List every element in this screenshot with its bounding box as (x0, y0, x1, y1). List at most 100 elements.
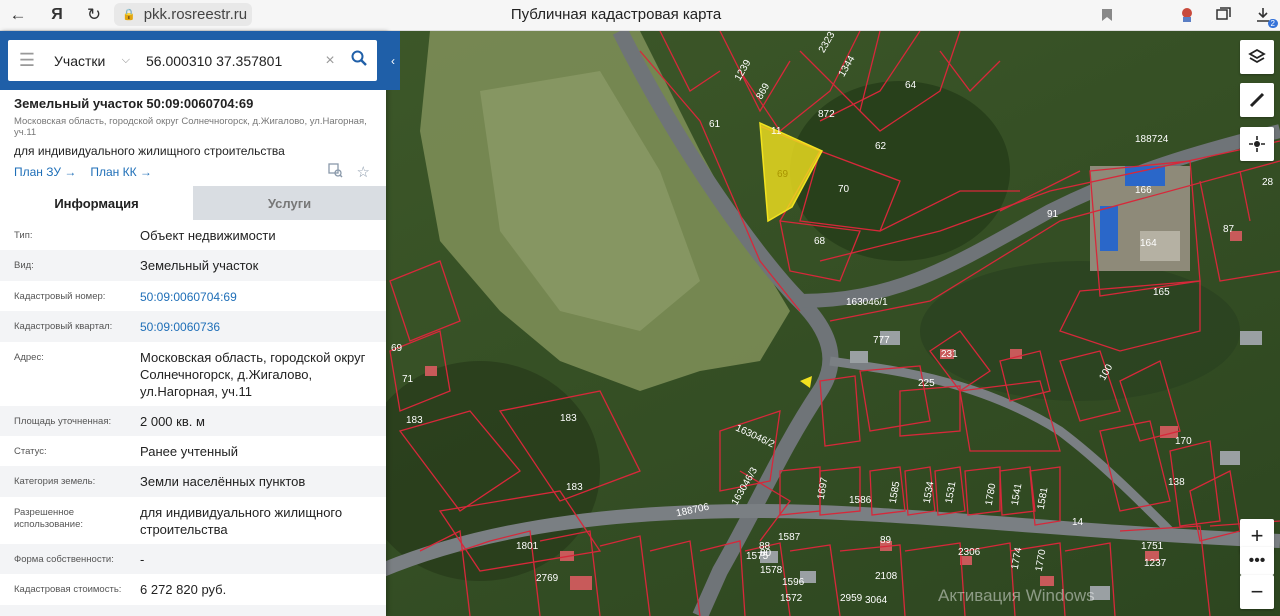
downloads-icon[interactable]: 2 (1252, 4, 1278, 28)
parcel-label: 183 (566, 482, 583, 493)
row-label: Адрес: (14, 352, 44, 363)
layers-button[interactable] (1240, 40, 1274, 74)
parcel-label: 1237 (1144, 558, 1167, 569)
parcel-label: 68 (814, 236, 826, 247)
parcel-label: 100 (1097, 362, 1116, 383)
crosshair-icon (1249, 136, 1265, 152)
parcel-label: 166 (1135, 185, 1152, 196)
parcel-label: 1770 (1033, 548, 1049, 573)
parcel-label: 1596 (782, 577, 805, 588)
parcel-label: 163046/2 (733, 422, 777, 451)
info-table: Тип: Объект недвижимости Вид: Земельный … (0, 220, 386, 616)
page-title: Публичная кадастровая карта (510, 6, 722, 23)
row-value: Ранее учтенный (140, 444, 238, 459)
zoom-to-object-icon[interactable] (327, 163, 343, 182)
plan-kk-link[interactable]: План КК → (90, 165, 152, 179)
parcel-label: 88 (759, 541, 771, 552)
row-value: Земли населённых пунктов (140, 474, 306, 489)
row-value: 2 000 кв. м (140, 414, 205, 429)
parcel-label: 64 (905, 80, 917, 91)
table-row: Кадастровый квартал: 50:09:0060736 (0, 311, 386, 342)
row-value: для индивидуального жилищного строительс… (140, 505, 343, 537)
ruler-icon (1249, 92, 1265, 108)
menu-icon[interactable]: ☰ (8, 50, 46, 71)
row-label: Категория земель: (14, 476, 96, 487)
search-row: ☰ Участки ⌵ 56.000310 37.357801 × (0, 31, 386, 90)
chevron-left-icon: ‹ (391, 53, 395, 68)
minus-icon: − (1250, 579, 1264, 604)
plus-icon: + (1250, 523, 1264, 548)
parcel-label: 1534 (921, 480, 937, 505)
parcel-label: 2306 (958, 547, 981, 558)
clear-icon[interactable]: × (319, 52, 341, 70)
parcel-label: 1801 (516, 541, 539, 552)
search-icon[interactable] (341, 50, 377, 71)
row-value: Земельный участок (140, 258, 259, 273)
measure-button[interactable] (1240, 83, 1274, 117)
search-input[interactable]: 56.000310 37.357801 (136, 53, 319, 69)
cadastral-quarter-link[interactable]: 50:09:0060736 (140, 311, 386, 342)
parcel-label: 91 (1047, 209, 1059, 220)
windows-activation-watermark: Активация Windows (938, 586, 1095, 605)
table-row: Адрес: Московская область, городской окр… (0, 342, 386, 406)
tab-information[interactable]: Информация (0, 186, 193, 220)
table-row: Вид: Земельный участок (0, 250, 386, 281)
browser-toolbar: ← Я ↻ 🔒 pkk.rosreestr.ru Публичная кадас… (0, 0, 1280, 31)
info-tabs: Информация Услуги (0, 186, 386, 220)
row-label: Кадастровая стоимость: (14, 584, 122, 595)
parcel-label: 2323 (816, 31, 838, 55)
row-label (0, 605, 140, 616)
object-address: Московская область, городской округ Солн… (14, 116, 367, 138)
parcel-label: 170 (1175, 436, 1192, 447)
table-row: Форма собственности: - (0, 544, 386, 574)
dots-icon: ••• (1248, 552, 1266, 569)
locate-button[interactable] (1240, 127, 1274, 161)
bookmark-icon[interactable] (1096, 4, 1118, 26)
extension-icon[interactable] (1176, 4, 1198, 26)
parcel-label: 1531 (943, 480, 959, 505)
parcel-label: 1344 (836, 54, 858, 79)
parcel-label: 1585 (887, 480, 903, 505)
collections-icon[interactable] (1212, 4, 1234, 26)
parcel-label: 163046/3 (729, 465, 761, 508)
object-title: Земельный участок 50:09:0060704:69 (14, 96, 254, 111)
parcel-label: 872 (818, 109, 835, 120)
parcel-label: 1572 (780, 593, 803, 604)
table-row: 01.01.2022 (0, 605, 386, 616)
parcel-label: 1587 (778, 532, 801, 543)
parcel-label: 777 (873, 335, 890, 346)
parcel-label: 1751 (1141, 541, 1164, 552)
parcel-label: 1578 (760, 565, 783, 576)
collapse-panel-button[interactable]: ‹ (386, 31, 400, 90)
parcel-label: 164 (1140, 238, 1157, 249)
parcel-label: 61 (709, 119, 721, 130)
table-row: Площадь уточненная: 2 000 кв. м (0, 406, 386, 436)
parcel-label: 231 (941, 349, 958, 360)
row-value: 6 272 820 руб. (140, 582, 227, 597)
tab-services[interactable]: Услуги (193, 186, 386, 220)
search-box: ☰ Участки ⌵ 56.000310 37.357801 × (8, 40, 377, 81)
parcel-label: 11 (771, 126, 782, 137)
favorite-star-icon[interactable]: ☆ (357, 163, 370, 182)
parcel-label: 188724 (1135, 134, 1169, 145)
parcel-label: 14 (1072, 517, 1084, 528)
parcel-label: 165 (1153, 287, 1170, 298)
table-row: Разрешенное использование: для индивидуа… (0, 497, 386, 544)
object-use: для индивидуального жилищного строительс… (14, 144, 285, 158)
parcel-label-selected: 69 (777, 169, 789, 180)
parcel-label: 62 (875, 141, 887, 152)
parcel-label: 163046/1 (846, 297, 888, 308)
plan-zu-link[interactable]: План ЗУ → (14, 165, 76, 179)
more-button[interactable]: ••• (1240, 547, 1274, 575)
parcel-label: 89 (880, 535, 892, 546)
zoom-out-button[interactable]: − (1240, 575, 1274, 609)
cadastral-number-link[interactable]: 50:09:0060704:69 (140, 281, 386, 311)
parcel-label: 28 (1262, 177, 1274, 188)
category-select[interactable]: Участки ⌵ (46, 53, 136, 69)
table-row: Статус: Ранее учтенный (0, 436, 386, 466)
row-label: Тип: (14, 230, 33, 241)
parcel-label: 869 (754, 81, 773, 102)
row-value: 01.01.2022 (140, 605, 386, 616)
table-row: Кадастровая стоимость: 6 272 820 руб. (0, 574, 386, 605)
row-label: Разрешенное использование: (14, 507, 84, 530)
